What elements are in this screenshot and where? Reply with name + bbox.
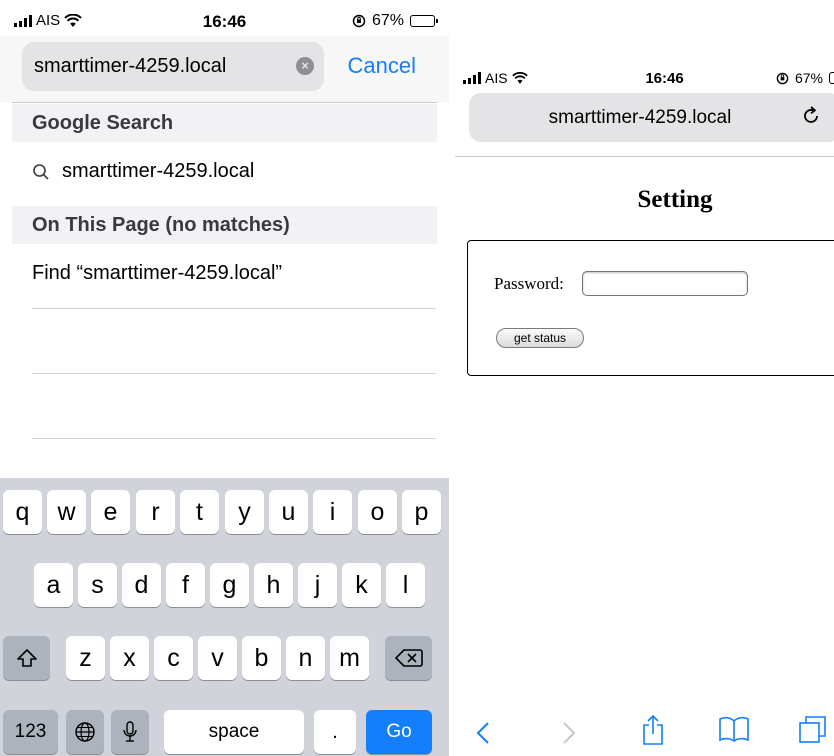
battery-percent: 67% — [794, 70, 823, 86]
globe-icon — [75, 722, 95, 742]
status-bar: AIS 16:46 67% — [0, 0, 449, 36]
battery-percent: 67% — [371, 12, 404, 29]
numbers-key[interactable]: 123 — [3, 710, 58, 754]
keyboard-row-3: z x c v b n m — [0, 636, 449, 690]
search-input[interactable]: smarttimer-4259.local × — [22, 42, 324, 91]
keyboard-row-1: q w e r t y u i o p — [0, 490, 449, 544]
key-q[interactable]: q — [3, 490, 42, 534]
key-v[interactable]: v — [198, 636, 237, 680]
share-icon[interactable] — [641, 714, 665, 746]
section-header-google: Google Search — [12, 104, 437, 142]
key-i[interactable]: i — [313, 490, 352, 534]
battery-icon — [410, 15, 438, 27]
list-separator — [32, 308, 436, 309]
bookmarks-icon[interactable] — [718, 716, 750, 742]
key-l[interactable]: l — [386, 563, 425, 607]
key-z[interactable]: z — [66, 636, 105, 680]
forward-icon[interactable] — [561, 720, 577, 746]
back-icon[interactable] — [475, 720, 491, 746]
key-e[interactable]: e — [91, 490, 130, 534]
key-p[interactable]: p — [402, 490, 441, 534]
cancel-button[interactable]: Cancel — [348, 53, 416, 79]
password-label: Password: — [494, 274, 564, 293]
key-t[interactable]: t — [180, 490, 219, 534]
reload-icon[interactable] — [800, 105, 822, 127]
screenshot-root: AIS 16:46 67% smarttimer-4259.local × Ca… — [0, 0, 834, 756]
key-n[interactable]: n — [286, 636, 325, 680]
orientation-lock-icon — [776, 72, 789, 84]
period-key[interactable]: . — [314, 710, 356, 754]
go-key[interactable]: Go — [366, 710, 432, 754]
suggestion-row[interactable]: smarttimer-4259.local — [32, 160, 254, 183]
key-j[interactable]: j — [298, 563, 337, 607]
orientation-lock-icon — [352, 14, 366, 28]
key-s[interactable]: s — [78, 563, 117, 607]
key-f[interactable]: f — [166, 563, 205, 607]
list-separator — [32, 373, 436, 374]
key-g[interactable]: g — [210, 563, 249, 607]
search-bar: smarttimer-4259.local × Cancel — [0, 36, 449, 102]
key-d[interactable]: d — [122, 563, 161, 607]
key-u[interactable]: u — [269, 490, 308, 534]
key-h[interactable]: h — [254, 563, 293, 607]
battery-icon — [829, 72, 834, 84]
clear-icon[interactable]: × — [296, 57, 314, 75]
keyboard-row-4: 123 space . Go — [0, 710, 449, 756]
page-title: Setting — [637, 186, 713, 213]
key-a[interactable]: a — [34, 563, 73, 607]
browser-toolbar — [455, 710, 834, 756]
shift-icon — [16, 649, 37, 667]
keyboard: q w e r t y u i o p a s d f g h j k l z … — [0, 478, 449, 756]
search-icon — [33, 163, 49, 180]
list-separator — [32, 438, 436, 439]
find-on-page-item[interactable]: Find “smarttimer-4259.local” — [32, 262, 282, 285]
divider — [12, 102, 437, 103]
get-status-button[interactable]: get status — [496, 328, 584, 348]
key-m[interactable]: m — [330, 636, 369, 680]
key-y[interactable]: y — [225, 490, 264, 534]
suggestion-text: smarttimer-4259.local — [62, 160, 255, 182]
divider — [455, 156, 834, 157]
password-input[interactable] — [582, 271, 748, 296]
microphone-icon — [123, 721, 137, 742]
address-bar[interactable]: smarttimer-4259.local — [469, 93, 834, 142]
backspace-key[interactable] — [385, 636, 432, 680]
key-r[interactable]: r — [136, 490, 175, 534]
search-query: smarttimer-4259.local — [34, 55, 227, 77]
key-w[interactable]: w — [47, 490, 86, 534]
dictation-key[interactable] — [111, 710, 149, 754]
globe-key[interactable] — [66, 710, 104, 754]
backspace-icon — [394, 649, 423, 667]
shift-key[interactable] — [3, 636, 50, 680]
left-screen: AIS 16:46 67% smarttimer-4259.local × Ca… — [0, 0, 449, 756]
tabs-icon[interactable] — [798, 714, 828, 744]
key-c[interactable]: c — [154, 636, 193, 680]
status-bar: AIS 16:46 67% — [455, 60, 834, 88]
key-x[interactable]: x — [110, 636, 149, 680]
key-o[interactable]: o — [358, 490, 397, 534]
right-screen: AIS 16:46 67% smarttimer-4259.local Sett… — [455, 60, 834, 756]
section-header-on-page: On This Page (no matches) — [12, 206, 437, 244]
key-b[interactable]: b — [242, 636, 281, 680]
space-key[interactable]: space — [164, 710, 304, 754]
keyboard-row-2: a s d f g h j k l — [0, 563, 449, 617]
settings-panel: Password: get status — [467, 240, 834, 376]
key-k[interactable]: k — [342, 563, 381, 607]
